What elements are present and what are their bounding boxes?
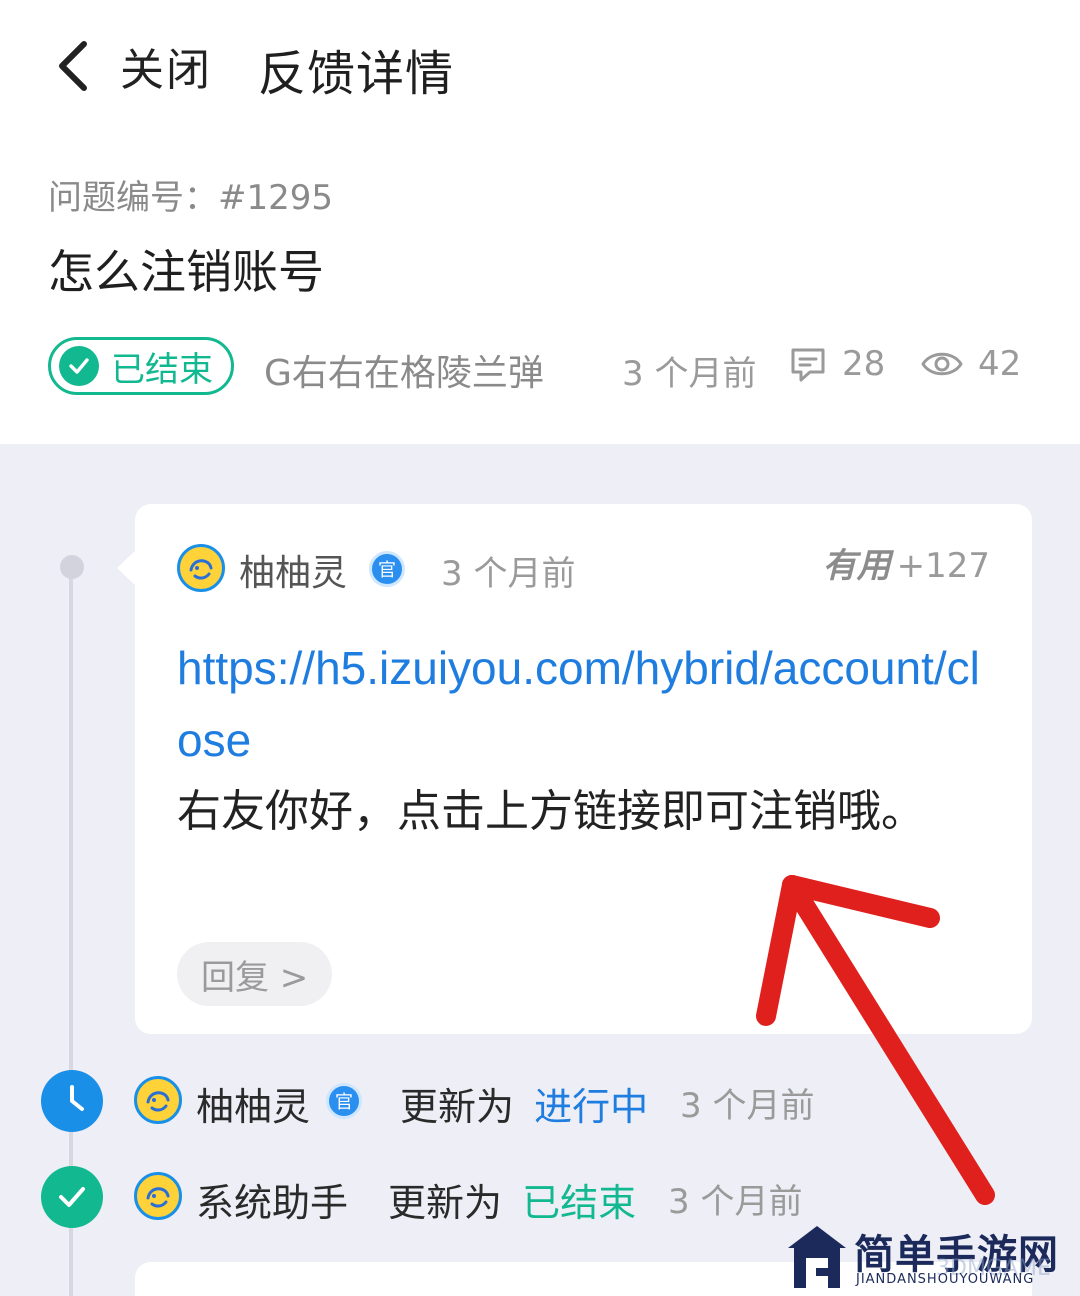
mascot-avatar-icon xyxy=(181,548,221,588)
useful-count: +127 xyxy=(896,546,990,586)
back-button[interactable] xyxy=(44,36,100,96)
chevron-left-icon xyxy=(59,41,87,91)
event-actor[interactable]: 系统助手 xyxy=(196,1172,348,1227)
event-action: 更新为 进行中 xyxy=(400,1076,648,1131)
header: 关闭 反馈详情 问题编号：#1295 怎么注销账号 已结束 G右右在格陵兰弹 3… xyxy=(0,0,1080,444)
view-count: 42 xyxy=(920,344,1021,384)
comment-count[interactable]: 28 xyxy=(788,344,885,384)
card-pointer xyxy=(117,550,136,586)
clock-icon xyxy=(41,1070,103,1132)
mascot-avatar-icon xyxy=(138,1176,178,1216)
timeline-event: 柚柚灵 官 更新为 进行中 3 个月前 xyxy=(0,1070,1080,1140)
status-badge: 已结束 xyxy=(48,337,234,395)
event-time: 3 个月前 xyxy=(668,1182,803,1222)
issue-author[interactable]: G右右在格陵兰弹 xyxy=(264,344,544,396)
useful-button[interactable]: 有用 +127 xyxy=(823,538,990,587)
house-logo-icon xyxy=(788,1226,846,1288)
avatar[interactable] xyxy=(134,1172,182,1220)
page-title: 反馈详情 xyxy=(258,46,455,102)
event-actor[interactable]: 柚柚灵 xyxy=(196,1076,310,1131)
view-count-value: 42 xyxy=(978,344,1022,384)
event-status: 进行中 xyxy=(534,1085,649,1129)
avatar[interactable] xyxy=(177,544,225,592)
account-close-link[interactable]: https://h5.izuiyou.com/hybrid/account/cl… xyxy=(177,632,997,776)
issue-id: 问题编号：#1295 xyxy=(48,178,334,218)
avatar[interactable] xyxy=(134,1076,182,1124)
eye-icon xyxy=(921,352,963,376)
status-label: 已结束 xyxy=(111,349,213,390)
check-circle-icon xyxy=(59,346,99,386)
event-action-label: 更新为 xyxy=(400,1085,515,1129)
event-action: 更新为 已结束 xyxy=(388,1172,636,1227)
watermark: 简单手游网 3DMGAME JIANDANSHOUYOUWANG xyxy=(786,1222,1076,1292)
official-badge: 官 xyxy=(326,1083,362,1119)
event-status: 已结束 xyxy=(522,1181,637,1225)
reply-text: 右友你好，点击上方链接即可注销哦。 xyxy=(177,786,925,837)
reply-card: 柚柚灵 官 3 个月前 有用 +127 https://h5.izuiyou.c… xyxy=(135,504,1032,1034)
issue-time: 3 个月前 xyxy=(622,354,757,394)
check-icon xyxy=(41,1166,103,1228)
comment-icon xyxy=(791,348,825,382)
reply-time: 3 个月前 xyxy=(441,554,576,594)
useful-label: 有用 xyxy=(822,546,891,586)
event-time: 3 个月前 xyxy=(680,1086,815,1126)
close-label[interactable]: 关闭 xyxy=(120,34,212,98)
timeline-dot xyxy=(60,555,84,579)
mascot-avatar-icon xyxy=(138,1080,178,1120)
comment-count-value: 28 xyxy=(842,344,886,384)
official-badge: 官 xyxy=(369,551,405,587)
watermark-subtitle: JIANDANSHOUYOUWANG xyxy=(856,1272,1035,1287)
event-action-label: 更新为 xyxy=(388,1181,503,1225)
reply-author[interactable]: 柚柚灵 xyxy=(239,544,347,596)
issue-title: 怎么注销账号 xyxy=(48,245,324,299)
reply-button[interactable]: 回复 > xyxy=(177,942,333,1006)
